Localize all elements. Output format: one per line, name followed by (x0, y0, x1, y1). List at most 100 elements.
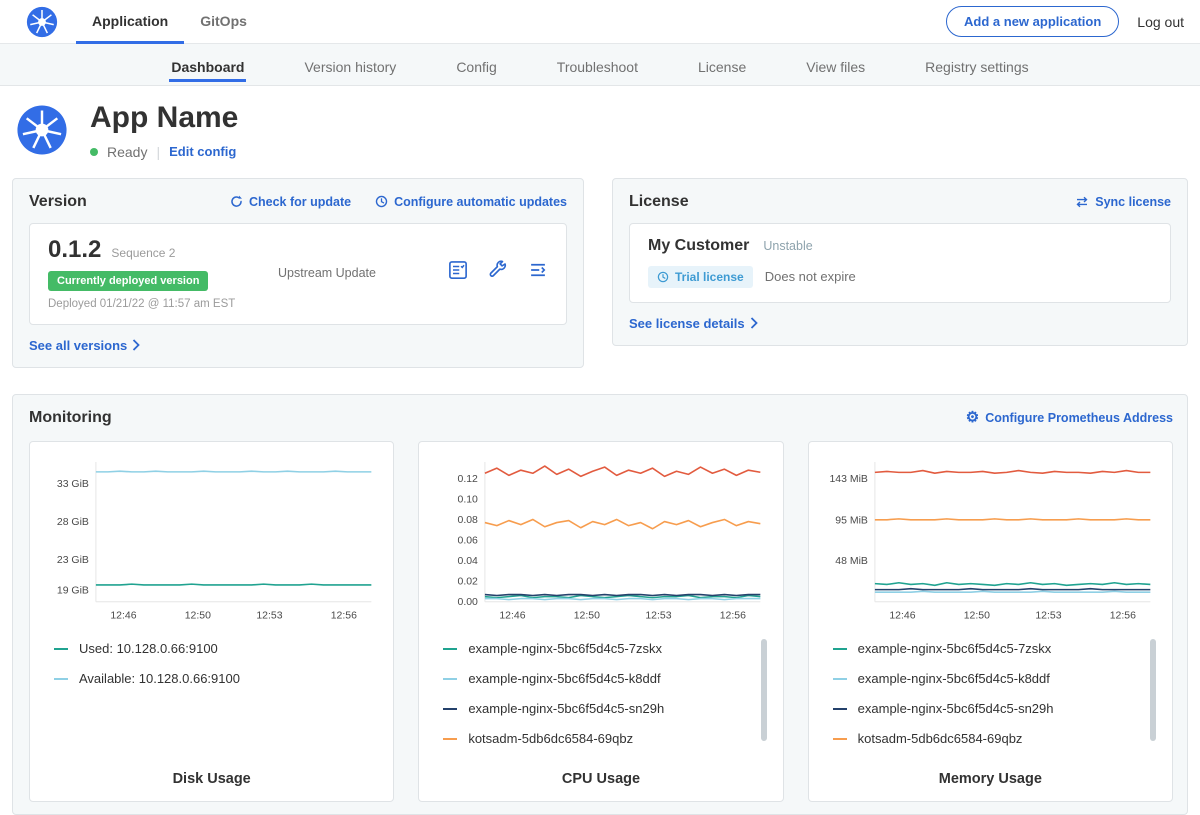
svg-text:0.02: 0.02 (458, 576, 479, 587)
config-wrench-icon[interactable] (488, 260, 508, 285)
main-content: Version Check for update Configure autom… (0, 178, 1200, 815)
legend-color-dash (833, 678, 847, 680)
svg-text:12:53: 12:53 (256, 610, 282, 621)
top-tab-gitops[interactable]: GitOps (184, 0, 263, 44)
edit-config-link[interactable]: Edit config (169, 144, 236, 159)
cpu-usage-panel: 0.000.020.040.060.080.100.1212:4612:5012… (418, 441, 783, 803)
legend-color-dash (833, 648, 847, 650)
ready-status-dot (90, 148, 98, 156)
deployed-timestamp: Deployed 01/21/22 @ 11:57 am EST (48, 298, 266, 310)
configure-prometheus-link[interactable]: ⚙ Configure Prometheus Address (966, 410, 1173, 425)
chart-title: Memory Usage (821, 771, 1160, 787)
license-channel: Unstable (763, 239, 812, 253)
svg-text:12:46: 12:46 (889, 610, 915, 621)
add-new-application-button[interactable]: Add a new application (946, 6, 1119, 37)
legend-item: kotsadm-5db6dc6584-69qbz (443, 731, 770, 746)
top-tab-application[interactable]: Application (76, 0, 184, 44)
subnav-item-config[interactable]: Config (454, 47, 498, 82)
subnav-item-view-files[interactable]: View files (804, 47, 867, 82)
monitoring-title: Monitoring (29, 409, 112, 427)
legend-color-dash (443, 678, 457, 680)
see-all-versions-link[interactable]: See all versions (29, 338, 567, 353)
subnav-item-version-history[interactable]: Version history (302, 47, 398, 82)
app-kubernetes-icon (16, 104, 68, 156)
legend-item: kotsadm-5db6dc6584-69qbz (833, 731, 1160, 746)
subnav-item-license[interactable]: License (696, 47, 748, 82)
svg-text:12:56: 12:56 (331, 610, 357, 621)
svg-text:12:56: 12:56 (1109, 610, 1135, 621)
preflight-checklist-icon[interactable] (448, 260, 468, 285)
page-title: App Name (90, 102, 238, 134)
legend-item: Used: 10.128.0.66:9100 (54, 641, 381, 656)
divider: | (156, 144, 160, 160)
svg-text:12:50: 12:50 (185, 610, 211, 621)
version-card: Version Check for update Configure autom… (12, 178, 584, 368)
svg-text:12:53: 12:53 (646, 610, 672, 621)
chart-title: CPU Usage (431, 771, 770, 787)
svg-text:12:56: 12:56 (720, 610, 746, 621)
legend-color-dash (54, 678, 68, 680)
subnav-item-troubleshoot[interactable]: Troubleshoot (555, 47, 640, 82)
disk-usage-panel: 19 GiB23 GiB28 GiB33 GiB12:4612:5012:531… (29, 441, 394, 803)
sync-license-link[interactable]: Sync license (1075, 195, 1171, 209)
see-license-details-link[interactable]: See license details (629, 316, 1171, 331)
license-expiry: Does not expire (765, 269, 856, 284)
legend-label: Used: 10.128.0.66:9100 (79, 641, 218, 656)
current-version-box: 0.1.2 Sequence 2 Currently deployed vers… (29, 223, 567, 325)
configure-automatic-updates-link[interactable]: Configure automatic updates (375, 195, 567, 209)
memory-usage-legend: example-nginx-5bc6f5d4c5-7zskx example-ng… (833, 641, 1160, 761)
version-number: 0.1.2 (48, 236, 101, 264)
legend-label: example-nginx-5bc6f5d4c5-sn29h (858, 701, 1054, 716)
clock-icon (657, 271, 669, 283)
disk-usage-chart: 19 GiB23 GiB28 GiB33 GiB12:4612:5012:531… (42, 454, 381, 626)
svg-text:23 GiB: 23 GiB (57, 555, 89, 566)
legend-scrollbar[interactable] (761, 639, 767, 741)
legend-label: example-nginx-5bc6f5d4c5-7zskx (858, 641, 1052, 656)
svg-text:0.10: 0.10 (458, 494, 479, 505)
svg-text:95 MiB: 95 MiB (835, 515, 868, 526)
svg-text:48 MiB: 48 MiB (835, 555, 868, 566)
sync-arrows-icon (1075, 196, 1089, 208)
svg-text:0.06: 0.06 (458, 535, 479, 546)
svg-text:0.00: 0.00 (458, 597, 479, 608)
legend-label: example-nginx-5bc6f5d4c5-sn29h (468, 701, 664, 716)
disk-usage-legend: Used: 10.128.0.66:9100Available: 10.128.… (54, 641, 381, 761)
cpu-usage-chart: 0.000.020.040.060.080.100.1212:4612:5012… (431, 454, 770, 626)
cpu-usage-legend: example-nginx-5bc6f5d4c5-7zskx example-ng… (443, 641, 770, 761)
chart-title: Disk Usage (42, 771, 381, 787)
legend-item: example-nginx-5bc6f5d4c5-7zskx (443, 641, 770, 656)
legend-item: example-nginx-5bc6f5d4c5-sn29h (443, 701, 770, 716)
svg-text:12:53: 12:53 (1035, 610, 1061, 621)
legend-color-dash (833, 738, 847, 740)
legend-scrollbar[interactable] (1150, 639, 1156, 741)
legend-item: example-nginx-5bc6f5d4c5-7zskx (833, 641, 1160, 656)
legend-label: kotsadm-5db6dc6584-69qbz (858, 731, 1023, 746)
svg-text:0.08: 0.08 (458, 515, 479, 526)
subnav-item-registry-settings[interactable]: Registry settings (923, 47, 1030, 82)
svg-text:0.12: 0.12 (458, 473, 479, 484)
app-status-text: Ready (107, 144, 147, 160)
chevron-right-icon (132, 339, 140, 351)
gear-icon: ⚙ (966, 410, 979, 425)
clock-update-icon (375, 195, 388, 208)
legend-color-dash (443, 738, 457, 740)
app-sub-navigation: Dashboard Version history Config Troublesho… (0, 44, 1200, 86)
legend-label: example-nginx-5bc6f5d4c5-k8ddf (858, 671, 1050, 686)
svg-text:12:46: 12:46 (110, 610, 136, 621)
svg-text:28 GiB: 28 GiB (57, 517, 89, 528)
monitoring-card: Monitoring ⚙ Configure Prometheus Addres… (12, 394, 1188, 815)
legend-label: kotsadm-5db6dc6584-69qbz (468, 731, 633, 746)
svg-text:12:50: 12:50 (963, 610, 989, 621)
svg-text:0.04: 0.04 (458, 556, 479, 567)
top-tabs: ApplicationGitOps (76, 0, 263, 44)
check-for-update-link[interactable]: Check for update (230, 195, 351, 209)
legend-color-dash (833, 708, 847, 710)
subnav-item-dashboard[interactable]: Dashboard (169, 47, 246, 82)
legend-item: example-nginx-5bc6f5d4c5-k8ddf (443, 671, 770, 686)
diff-summary-icon[interactable] (528, 260, 548, 285)
license-card: License Sync license My Customer Unstabl… (612, 178, 1188, 346)
legend-color-dash (443, 648, 457, 650)
version-sequence: Sequence 2 (111, 246, 175, 260)
logout-button[interactable]: Log out (1137, 14, 1184, 30)
version-card-title: Version (29, 193, 87, 211)
